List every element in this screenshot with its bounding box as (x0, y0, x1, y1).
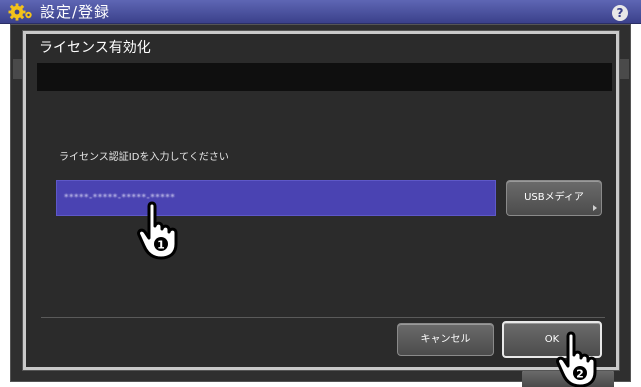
app-window: 設定/登録 ? ライセンス有効化 ライセンス認証IDを入力してください ****… (0, 0, 641, 387)
app-title: 設定/登録 (40, 3, 111, 21)
background-tab-left (13, 59, 23, 79)
arrow-right-icon (593, 205, 597, 211)
help-icon[interactable]: ? (612, 5, 628, 21)
dialog-header-band (37, 63, 612, 91)
gear-icon (8, 3, 32, 21)
hand-pointer-icon: 1 (137, 201, 178, 260)
cancel-button-label: キャンセル (420, 334, 471, 345)
license-prompt-label: ライセンス認証IDを入力してください (59, 152, 229, 163)
background-tab-right (619, 59, 629, 79)
hand-pointer-icon: 2 (556, 331, 597, 387)
license-activation-dialog: ライセンス有効化 ライセンス認証IDを入力してください *****-*****-… (23, 31, 619, 370)
dialog-title: ライセンス有効化 (39, 40, 151, 56)
usb-media-button[interactable]: USBメディア (506, 180, 602, 216)
top-bar: 設定/登録 ? (0, 0, 641, 24)
cancel-button[interactable]: キャンセル (397, 323, 494, 356)
callout-number-2: 2 (576, 368, 584, 381)
dialog-divider (41, 317, 605, 318)
callout-number-1: 1 (157, 239, 165, 252)
license-id-input[interactable]: *****-*****-*****-***** (56, 180, 496, 216)
usb-media-button-label: USBメディア (524, 192, 584, 203)
